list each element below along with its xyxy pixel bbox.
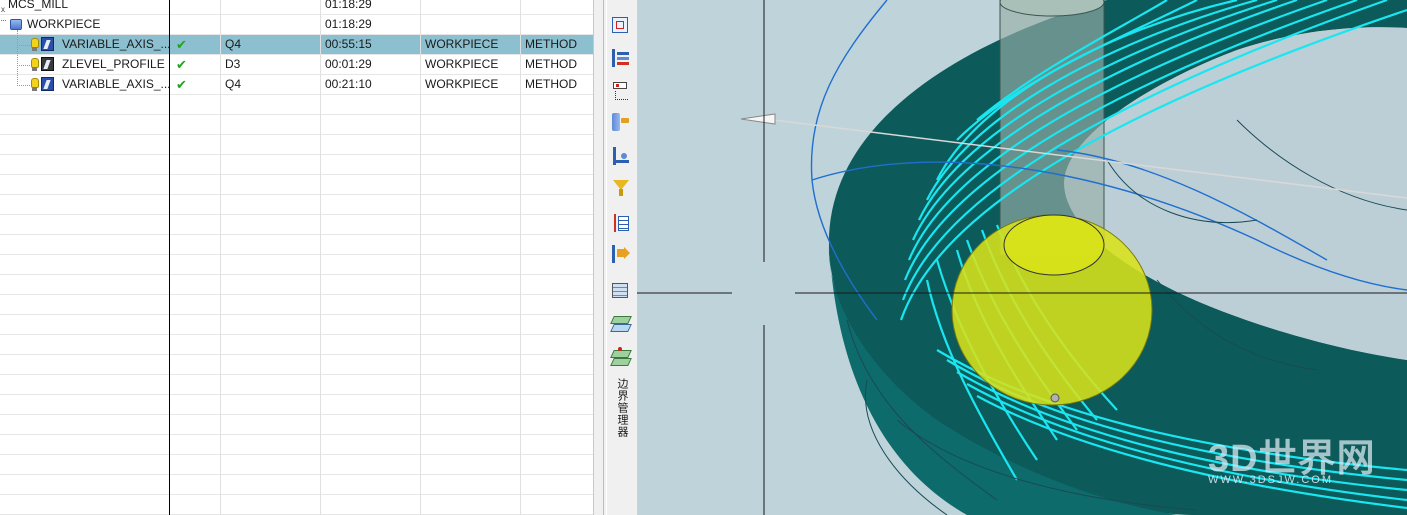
tree-row-mcs-mill[interactable]: MCS_MILL 01:18:29	[0, 0, 593, 15]
geometry-view-icon	[612, 113, 620, 131]
empty-row	[0, 235, 593, 255]
path-status-check-icon: ✔	[169, 35, 220, 55]
layer-settings-icon	[610, 316, 632, 324]
machine-tool-view-button[interactable]	[611, 81, 631, 101]
program-order-view-button[interactable]	[611, 49, 631, 69]
row-geometry: WORKPIECE	[420, 55, 520, 75]
empty-row	[0, 155, 593, 175]
row-time: 00:21:10	[320, 75, 420, 95]
row-method: METHOD	[520, 55, 593, 75]
empty-row	[0, 415, 593, 435]
empty-row	[0, 375, 593, 395]
operation-navigator: MCS_MILL 01:18:29 WORKPIECE 01:18:29 VAR…	[0, 0, 593, 515]
vector-arrow	[740, 113, 776, 125]
variable-axis-operation-icon	[41, 37, 54, 51]
empty-row	[0, 255, 593, 275]
tool-collar	[1003, 214, 1105, 276]
row-name: MCS_MILL	[8, 0, 69, 11]
tree-row-workpiece[interactable]: WORKPIECE 01:18:29	[0, 15, 593, 35]
empty-row	[0, 115, 593, 135]
empty-row	[0, 95, 593, 115]
list-columns-icon	[611, 214, 616, 232]
row-tool: Q4	[220, 35, 320, 55]
boundary-manager-label[interactable]: 边界管理器	[612, 378, 628, 438]
workpiece-icon	[10, 19, 22, 30]
layer-move-icon	[610, 350, 632, 358]
row-name: ZLEVEL_PROFILE	[62, 57, 165, 71]
empty-row	[0, 395, 593, 415]
fit-view-button[interactable]	[611, 16, 631, 36]
row-name: WORKPIECE	[27, 17, 101, 31]
feature-navigator-button[interactable]	[611, 281, 631, 301]
row-time: 01:18:29	[320, 0, 420, 15]
list-columns-button[interactable]	[611, 214, 631, 234]
empty-row	[0, 455, 593, 475]
tree-connector	[17, 85, 30, 86]
empty-row	[0, 215, 593, 235]
row-name: VARIABLE_AXIS_...	[62, 77, 169, 91]
empty-row	[0, 335, 593, 355]
row-time: 00:55:15	[320, 35, 420, 55]
path-status-check-icon: ✔	[169, 55, 220, 75]
tree-row-operation[interactable]: VARIABLE_AXIS_... ✔ Q4 00:55:15 WORKPIEC…	[0, 35, 593, 55]
tree-expand-icon[interactable]	[1, 20, 6, 26]
row-time: 01:18:29	[320, 15, 420, 35]
geometry-view-button[interactable]	[611, 113, 631, 133]
path-status-check-icon: ✔	[169, 75, 220, 95]
tree-row-operation[interactable]: ZLEVEL_PROFILE ✔ D3 00:01:29 WORKPIECE M…	[0, 55, 593, 75]
row-tool: D3	[220, 55, 320, 75]
watermark-url: WWW.3DSJW.COM	[1208, 474, 1333, 486]
layer-move-button[interactable]	[610, 347, 632, 367]
empty-row	[0, 295, 593, 315]
toolbar-grip[interactable]	[603, 0, 607, 515]
filter-button[interactable]	[611, 179, 631, 199]
program-order-view-icon	[612, 49, 615, 67]
zlevel-profile-operation-icon	[41, 57, 54, 71]
row-tool: Q4	[220, 75, 320, 95]
empty-row	[0, 175, 593, 195]
toolpath-replay-button[interactable]	[611, 245, 631, 265]
coordinate-system-icon	[1, 0, 7, 15]
empty-row	[0, 495, 593, 515]
empty-row	[0, 435, 593, 455]
empty-row	[0, 355, 593, 375]
empty-row	[0, 135, 593, 155]
row-name: VARIABLE_AXIS_...	[62, 37, 169, 51]
tree-connector	[17, 45, 30, 46]
variable-axis-operation-icon	[41, 77, 54, 91]
tree-connector	[17, 65, 30, 66]
machining-method-view-button[interactable]	[611, 147, 631, 167]
empty-row	[0, 195, 593, 215]
feature-navigator-icon	[612, 283, 628, 298]
tree-row-operation[interactable]: VARIABLE_AXIS_... ✔ Q4 00:21:10 WORKPIEC…	[0, 75, 593, 95]
row-method: METHOD	[520, 75, 593, 95]
row-geometry: WORKPIECE	[420, 35, 520, 55]
row-method: METHOD	[520, 35, 593, 55]
empty-row	[0, 475, 593, 495]
tree-connector	[17, 30, 18, 86]
row-time: 00:01:29	[320, 55, 420, 75]
layer-settings-button[interactable]	[610, 313, 632, 333]
contact-point	[1050, 393, 1060, 403]
row-geometry: WORKPIECE	[420, 75, 520, 95]
empty-row	[0, 315, 593, 335]
toolpath-replay-icon	[612, 245, 615, 263]
empty-row	[0, 275, 593, 295]
